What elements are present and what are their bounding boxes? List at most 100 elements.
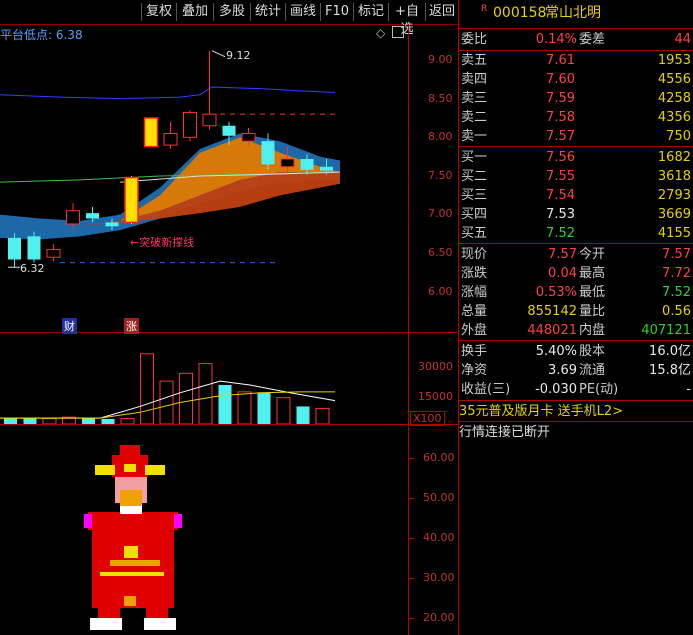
- volume-bar[interactable]: [198, 363, 213, 424]
- volume-bar[interactable]: [159, 380, 174, 424]
- stat-label: 涨跌: [461, 266, 488, 281]
- price-tick: 9.00: [428, 53, 453, 66]
- sell-price: 7.57: [546, 129, 575, 144]
- stat-row: 涨跌 0.04 最高 7.72: [459, 264, 693, 283]
- stat-label: 股本: [579, 344, 606, 359]
- stat-value: 0.04: [548, 266, 577, 281]
- diamond-icon[interactable]: ◇: [376, 26, 385, 40]
- back-button[interactable]: 返回: [425, 3, 458, 21]
- statistics-button[interactable]: 统计: [250, 3, 285, 21]
- lower-tick: 60.00: [423, 451, 455, 464]
- candle[interactable]: [202, 50, 217, 130]
- window-toggle-icon[interactable]: [392, 26, 404, 38]
- high-marker-pointer: [211, 50, 226, 58]
- stat-label: 换手: [461, 344, 488, 359]
- volume-bar[interactable]: [237, 391, 252, 424]
- stat-label: 内盘: [579, 323, 606, 338]
- buy-price: 7.56: [546, 150, 575, 165]
- volume-bar[interactable]: [120, 418, 135, 424]
- draw-line-button[interactable]: 画线: [285, 3, 320, 21]
- stat-label: 流通: [579, 363, 606, 378]
- f10-button[interactable]: F10: [320, 3, 353, 21]
- volume-bar[interactable]: [42, 418, 57, 424]
- mark-button[interactable]: 标记: [353, 3, 388, 21]
- volume-bar[interactable]: [315, 407, 330, 424]
- buy-volume: 3669: [657, 207, 691, 222]
- stock-name: 常山北明: [545, 5, 601, 21]
- lower-tick: 50.00: [423, 491, 455, 504]
- stat-label: 最高: [579, 266, 606, 281]
- stat-label: 量比: [579, 304, 606, 319]
- fuquan-button[interactable]: 复权: [141, 3, 176, 21]
- add-watchlist-button[interactable]: +自选: [388, 3, 425, 37]
- stat-label: 现价: [461, 247, 488, 262]
- buy-volume: 1682: [657, 150, 691, 165]
- buy-row[interactable]: 买三 7.54 2793: [459, 186, 693, 205]
- volume-chart[interactable]: [0, 334, 408, 424]
- weibi-row: 委比 0.14% 委差 44: [459, 30, 693, 49]
- price-tick: 6.00: [428, 285, 453, 298]
- volume-bar[interactable]: [276, 397, 291, 424]
- sell-row[interactable]: 卖四 7.60 4556: [459, 70, 693, 89]
- stat-label: 总量: [461, 304, 488, 319]
- sell-label: 卖四: [461, 72, 488, 87]
- buy-volume: 4155: [657, 226, 691, 241]
- high-price-marker: 9.12: [226, 49, 251, 62]
- volume-tick: 15000: [418, 390, 453, 403]
- sell-row[interactable]: 卖五 7.61 1953: [459, 51, 693, 70]
- stat-value: 0.56: [662, 304, 691, 319]
- volume-bar[interactable]: [101, 418, 115, 424]
- sell-row[interactable]: 卖一 7.57 750: [459, 127, 693, 146]
- price-axis-border: [408, 24, 409, 635]
- stat-value: 16.0亿: [649, 344, 691, 359]
- stat-value: 7.57: [548, 247, 577, 262]
- stock-code: 000158: [493, 5, 547, 21]
- sell-label: 卖二: [461, 110, 488, 125]
- price-tick: 8.50: [428, 92, 453, 105]
- volume-bar[interactable]: [179, 372, 193, 424]
- volume-bar[interactable]: [23, 418, 37, 424]
- promo-link[interactable]: 35元普及版月卡 送手机L2>: [459, 402, 693, 421]
- candlestick-chart[interactable]: [0, 40, 408, 330]
- overlay-button[interactable]: 叠加: [176, 3, 213, 21]
- candle[interactable]: [183, 110, 197, 142]
- buy-label: 买五: [461, 226, 488, 241]
- stat-row: 换手 5.40% 股本 16.0亿: [459, 342, 693, 361]
- lower-tick: 40.00: [423, 531, 455, 544]
- buy-row[interactable]: 买四 7.53 3669: [459, 205, 693, 224]
- volume-bar[interactable]: [4, 417, 17, 424]
- candle[interactable]: [163, 121, 178, 149]
- candle[interactable]: [46, 244, 61, 262]
- stat-row: 总量 855142 量比 0.56: [459, 302, 693, 321]
- sell-row[interactable]: 卖三 7.59 4258: [459, 89, 693, 108]
- volume-bar[interactable]: [296, 406, 310, 424]
- limit-up-badge[interactable]: 涨: [124, 318, 139, 334]
- stat-label: 涨幅: [461, 285, 488, 300]
- volume-bar[interactable]: [140, 353, 154, 424]
- stat-value: 7.57: [662, 247, 691, 262]
- stat-label: 外盘: [461, 323, 488, 338]
- stat-value: 5.40%: [535, 344, 577, 359]
- price-tick: 7.00: [428, 207, 453, 220]
- stat-value: 407121: [641, 323, 691, 338]
- sell-row[interactable]: 卖二 7.58 4356: [459, 108, 693, 127]
- finance-badge[interactable]: 财: [62, 318, 77, 334]
- buy-row[interactable]: 买一 7.56 1682: [459, 148, 693, 167]
- buy-label: 买二: [461, 169, 488, 184]
- multi-stock-button[interactable]: 多股: [213, 3, 250, 21]
- candle[interactable]: [124, 176, 139, 224]
- stock-header[interactable]: R 000158 常山北明: [459, 4, 693, 26]
- volume-bar[interactable]: [82, 418, 95, 424]
- buy-row[interactable]: 买五 7.52 4155: [459, 224, 693, 243]
- weibi-label: 委比: [461, 32, 488, 47]
- volume-bar[interactable]: [257, 392, 271, 424]
- sell-volume: 4556: [657, 72, 691, 87]
- candle[interactable]: [143, 117, 159, 148]
- breakout-annotation: ←突破新撑线: [130, 236, 195, 249]
- sell-volume: 4356: [657, 110, 691, 125]
- volume-bar[interactable]: [218, 385, 232, 424]
- buy-label: 买一: [461, 150, 488, 165]
- buy-row[interactable]: 买二 7.55 3618: [459, 167, 693, 186]
- sell-label: 卖五: [461, 53, 488, 68]
- stat-row: 涨幅 0.53% 最低 7.52: [459, 283, 693, 302]
